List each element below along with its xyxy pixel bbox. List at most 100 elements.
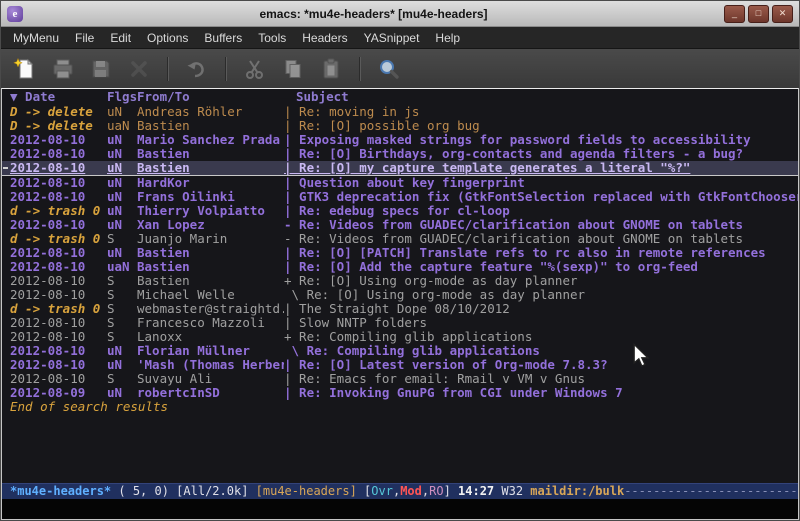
sort-by-from-header[interactable]: From/To [137,89,284,105]
message-date: 2012-08-10 [10,344,107,358]
message-row[interactable]: 2012-08-10uNXan Lopez- Re: Videos from G… [2,218,798,232]
message-flags: uN [107,147,137,161]
message-subject: | Re: edebug specs for cl-loop [284,204,798,218]
message-list: D -> deleteuNAndreas Röhler| Re: moving … [2,105,798,400]
message-subject: \ Re: [O] Using org-mode as day planner [284,288,798,302]
message-flags: uN [107,386,137,400]
message-from: webmaster@straightd... [137,302,284,316]
message-date: 2012-08-10 [10,246,107,260]
toolbar-separator [167,57,169,81]
message-from: Mario Sanchez Prada [137,133,284,147]
message-flags: S [107,288,137,302]
message-from: Bastien [137,260,284,274]
cut-button[interactable] [239,54,271,84]
save-icon [89,57,113,81]
new-file-button[interactable] [9,54,41,84]
close-button[interactable]: ✕ [772,5,793,23]
menu-options[interactable]: Options [139,29,196,47]
message-from: Florian Müllner [137,344,284,358]
message-row[interactable]: 2012-08-10uNFlorian Müllner \ Re: Compil… [2,344,798,358]
message-row[interactable]: 2012-08-10uNBastien| Re: [O] [PATCH] Tra… [2,246,798,260]
menu-tools[interactable]: Tools [250,29,294,47]
search-button[interactable] [373,54,405,84]
minibuffer-echo-area[interactable] [2,499,798,519]
message-subject: | GTK3 deprecation fix (GtkFontSelection… [284,190,798,204]
message-row[interactable]: 2012-08-10SBastien+ Re: [O] Using org-mo… [2,274,798,288]
print-icon [51,57,75,81]
maximize-button[interactable]: □ [748,5,769,23]
message-date: 2012-08-09 [10,386,107,400]
message-row[interactable]: 2012-08-10uN'Mash (Thomas Herbert)| Re: … [2,358,798,372]
message-flags: S [107,372,137,386]
toolbar-separator [359,57,361,81]
message-row[interactable]: 2012-08-10uNFrans Oilinki| GTK3 deprecat… [2,190,798,204]
sort-by-flags-header[interactable]: Flgs [107,89,137,105]
modeline-plain: ] [444,484,458,499]
buffer-frame: ▼ Date Flgs From/To Subject D -> deleteu… [1,88,799,520]
menu-yasnippet[interactable]: YASnippet [356,29,428,47]
message-from: Bastien [137,161,284,175]
message-row[interactable]: 2012-08-10uNBastien| Re: [O] Birthdays, … [2,147,798,161]
message-row[interactable]: 2012-08-10SLanoxx+ Re: Compiling glib ap… [2,330,798,344]
message-subject: | Re: [O] Latest version of Org-mode 7.8… [284,358,798,372]
window-title: emacs: *mu4e-headers* [mu4e-headers] [29,7,718,21]
toolbar [1,49,799,88]
message-date: D -> delete [10,105,107,119]
headers-header-line: ▼ Date Flgs From/To Subject [2,89,798,105]
message-flags: S [107,232,137,246]
message-date: 2012-08-10 [10,190,107,204]
message-from: Thierry Volpiatto [137,204,284,218]
message-date: 2012-08-10 [10,218,107,232]
emacs-frame: e emacs: *mu4e-headers* [mu4e-headers] _… [0,0,800,521]
message-row[interactable]: 2012-08-10SMichael Welle \ Re: [O] Using… [2,288,798,302]
message-date: 2012-08-10 [10,147,107,161]
message-row[interactable]: 2012-08-09uNrobertcInSD| Re: Invoking Gn… [2,386,798,400]
message-date: 2012-08-10 [10,133,107,147]
message-row[interactable]: D -> deleteuaNBastien| Re: [O] possible … [2,119,798,133]
clipboard-icon [319,57,343,81]
menu-edit[interactable]: Edit [102,29,139,47]
message-date: d -> trash 0 [10,204,107,218]
message-row[interactable]: 2012-08-10uaNBastien| Re: [O] Add the ca… [2,260,798,274]
message-row[interactable]: d -> trash 0SJuanjo Marin- Re: Videos fr… [2,232,798,246]
undo-button[interactable] [181,54,213,84]
kill-buffer-button[interactable] [123,54,155,84]
menu-help[interactable]: Help [427,29,468,47]
message-subject: + Re: Compiling glib applications [284,330,798,344]
message-subject: | Re: [O] Birthdays, org-contacts and ag… [284,147,798,161]
message-row[interactable]: d -> trash 0Swebmaster@straightd...| The… [2,302,798,316]
message-from: Juanjo Marin [137,232,284,246]
message-row[interactable]: D -> deleteuNAndreas Röhler| Re: moving … [2,105,798,119]
message-flags: uN [107,358,137,372]
minimize-button[interactable]: _ [724,5,745,23]
message-subject: - Re: Videos from GUADEC/clarification a… [284,218,798,232]
message-row[interactable]: 2012-08-10uNMario Sanchez Prada| Exposin… [2,133,798,147]
menu-file[interactable]: File [67,29,102,47]
paste-button[interactable] [315,54,347,84]
menu-headers[interactable]: Headers [294,29,355,47]
copy-button[interactable] [277,54,309,84]
message-from: Bastien [137,147,284,161]
message-from: Xan Lopez [137,218,284,232]
modeline-buffer-name: *mu4e-headers* [10,484,111,499]
titlebar[interactable]: e emacs: *mu4e-headers* [mu4e-headers] _… [1,1,799,27]
save-button[interactable] [85,54,117,84]
message-date: d -> trash 0 [10,232,107,246]
menu-mymenu[interactable]: MyMenu [5,29,67,47]
menu-buffers[interactable]: Buffers [196,29,250,47]
message-row[interactable]: d -> trash 0uNThierry Volpiatto| Re: ede… [2,204,798,218]
message-from: 'Mash (Thomas Herbert) [137,358,284,372]
message-row[interactable]: 2012-08-10uNBastien| Re: [O] my capture … [2,161,798,176]
message-row[interactable]: 2012-08-10uNHardKor| Question about key … [2,176,798,190]
sort-by-subject-header[interactable]: Subject [284,89,798,105]
sort-by-date-header[interactable]: ▼ Date [10,89,107,105]
message-flags: uN [107,133,137,147]
scissors-icon [243,57,267,81]
print-button[interactable] [47,54,79,84]
message-row[interactable]: 2012-08-10SSuvayu Ali| Re: Emacs for ema… [2,372,798,386]
mode-line[interactable]: *mu4e-headers* ( 5, 0) [All/2.0k] [mu4e-… [2,483,798,499]
message-flags: uN [107,176,137,190]
modeline-plain: W32 [494,484,530,499]
message-flags: uaN [107,119,137,133]
message-row[interactable]: 2012-08-10SFrancesco Mazzoli| Slow NNTP … [2,316,798,330]
